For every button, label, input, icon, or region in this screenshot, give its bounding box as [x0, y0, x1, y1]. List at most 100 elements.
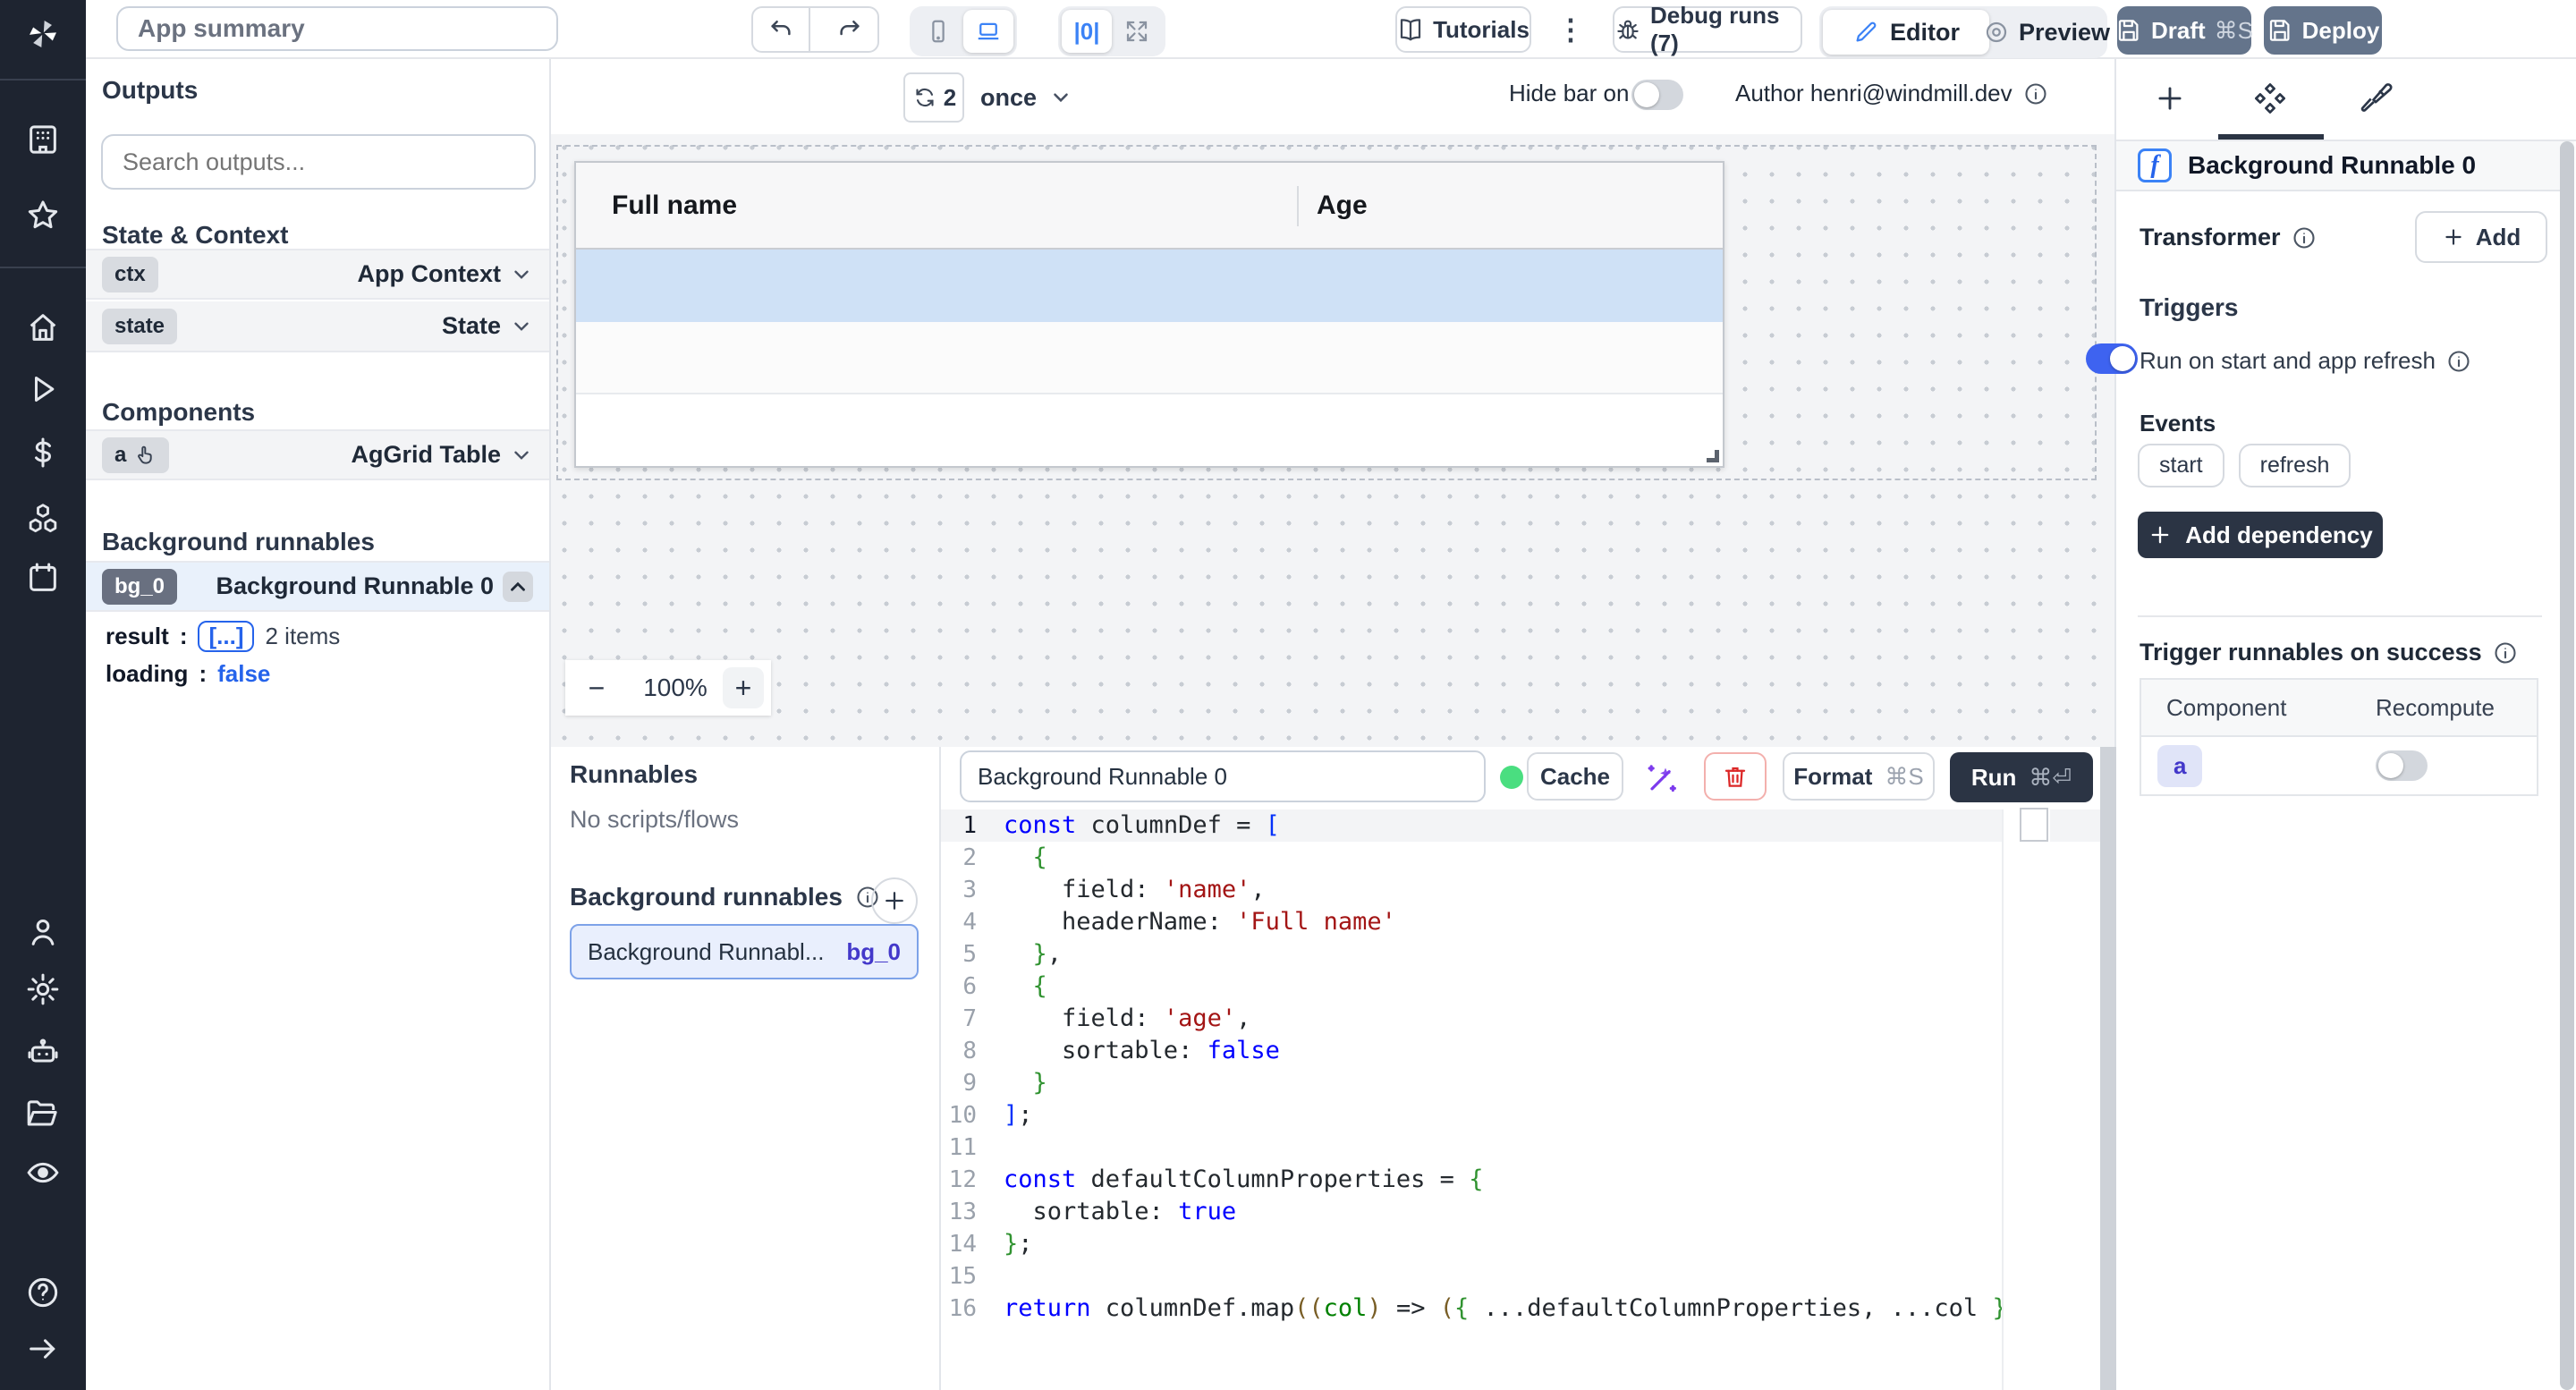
code-line[interactable]: 9 } [941, 1067, 2100, 1099]
interval-dropdown[interactable]: once [980, 72, 1072, 123]
add-transformer-button[interactable]: Add [2415, 211, 2547, 263]
favorites-star-icon[interactable] [25, 198, 61, 233]
code-area[interactable]: 1const columnDef = [2 {3 field: 'name',4… [941, 809, 2100, 1390]
output-row-ctx[interactable]: ctx App Context [86, 249, 549, 300]
output-row-component-a[interactable]: a AgGrid Table [86, 429, 549, 480]
aggrid-table-component[interactable]: Full name Age [574, 161, 1724, 468]
code-line[interactable]: 16return columnDef.map((col) => ({ ...de… [941, 1293, 2100, 1325]
cache-button[interactable]: Cache [1527, 752, 1623, 801]
info-icon[interactable] [2292, 225, 2317, 250]
runs-play-icon[interactable] [25, 371, 61, 407]
code-line[interactable]: 6 { [941, 970, 2100, 1003]
code-line[interactable]: 10]; [941, 1099, 2100, 1131]
schedules-calendar-icon[interactable] [25, 560, 61, 596]
output-row-state[interactable]: state State [86, 301, 549, 352]
chevron-down-icon[interactable] [510, 315, 533, 338]
windmill-logo-icon[interactable] [25, 16, 61, 52]
center-area: 2 once Hide bar on view Author henri@win… [551, 59, 2116, 1390]
insert-component-tab[interactable] [2143, 72, 2197, 125]
column-header-full-name[interactable]: Full name [612, 191, 737, 221]
info-icon[interactable] [2023, 81, 2048, 106]
eye-icon[interactable] [25, 1155, 61, 1191]
code-line[interactable]: 13 sortable: true [941, 1196, 2100, 1228]
result-expand-chip[interactable]: [...] [198, 621, 254, 652]
code-line[interactable]: 11 [941, 1131, 2100, 1164]
runnable-name-input[interactable] [960, 750, 1486, 802]
user-icon[interactable] [25, 914, 61, 950]
refresh-count-box[interactable]: 2 [903, 72, 964, 123]
run-button[interactable]: Run ⌘⏎ [1950, 752, 2093, 802]
app-summary-input[interactable] [116, 6, 558, 51]
desktop-view-button[interactable] [963, 10, 1013, 53]
run-on-start-label: Run on start and app refresh [2140, 347, 2471, 375]
styling-tab[interactable] [2350, 72, 2403, 125]
preview-tab[interactable]: Preview [1989, 10, 2104, 55]
output-row-bg0[interactable]: bg_0 Background Runnable 0 [86, 561, 549, 612]
workspace-icon[interactable] [25, 122, 61, 157]
vertical-splitter[interactable] [2100, 747, 2116, 1390]
recompute-toggle[interactable] [2376, 750, 2428, 781]
expand-rail-arrow-icon[interactable] [25, 1331, 61, 1367]
home-icon[interactable] [25, 309, 61, 345]
run-on-start-toggle[interactable] [2086, 343, 2138, 374]
component-a-chip[interactable]: a [2157, 745, 2202, 787]
chevron-up-icon[interactable] [503, 572, 533, 602]
line-number: 3 [941, 874, 991, 906]
state-label: State [442, 312, 501, 340]
mobile-view-button[interactable] [913, 10, 963, 53]
code-line[interactable]: 14}; [941, 1228, 2100, 1260]
line-number: 8 [941, 1035, 991, 1067]
info-icon[interactable] [2493, 640, 2518, 665]
search-outputs-input[interactable] [101, 134, 536, 190]
draft-button[interactable]: Draft ⌘S [2117, 6, 2251, 55]
code-line[interactable]: 3 field: 'name', [941, 874, 2100, 906]
resources-boxes-icon[interactable] [25, 501, 61, 537]
code-line[interactable]: 12const defaultColumnProperties = { [941, 1164, 2100, 1196]
table-row-selected[interactable] [576, 250, 1723, 322]
component-settings-tab[interactable] [2243, 72, 2297, 125]
undo-button[interactable] [753, 8, 810, 51]
runnable-list-item-bg0[interactable]: Background Runnabl... bg_0 [570, 924, 919, 979]
editor-tab[interactable]: Editor [1823, 10, 1989, 55]
hide-bar-toggle[interactable] [1631, 80, 1683, 110]
table-row[interactable] [576, 322, 1723, 394]
code-line[interactable]: 15 [941, 1260, 2100, 1293]
ai-robot-icon[interactable] [25, 1034, 61, 1070]
zoom-in-button[interactable]: + [723, 667, 764, 708]
code-line[interactable]: 7 field: 'age', [941, 1003, 2100, 1035]
debug-runs-button[interactable]: Debug runs (7) [1613, 6, 1802, 53]
panel-scrollbar[interactable] [2560, 141, 2574, 1390]
result-colon: : [180, 623, 188, 650]
delete-runnable-button[interactable] [1704, 752, 1767, 801]
add-background-runnable-button[interactable] [871, 877, 918, 924]
help-icon[interactable] [25, 1275, 61, 1310]
code-line[interactable]: 4 headerName: 'Full name' [941, 906, 2100, 938]
code-line[interactable]: 5 }, [941, 938, 2100, 970]
info-icon[interactable] [2446, 349, 2471, 374]
line-number: 6 [941, 970, 991, 1003]
refresh-icon [913, 86, 936, 109]
fullwidth-layout-button[interactable] [1112, 10, 1162, 53]
more-menu-button[interactable]: ⋮ [1560, 6, 1581, 53]
editor-minimap[interactable] [2002, 809, 2050, 1390]
code-line[interactable]: 1const columnDef = [ [941, 809, 2100, 842]
app-canvas[interactable]: Full name Age − 100% + [551, 134, 2114, 747]
chevron-down-icon[interactable] [510, 263, 533, 286]
deploy-button[interactable]: Deploy [2264, 6, 2382, 55]
column-header-age[interactable]: Age [1317, 191, 1368, 221]
tutorials-button[interactable]: Tutorials [1395, 6, 1531, 53]
code-line[interactable]: 8 sortable: false [941, 1035, 2100, 1067]
add-dependency-button[interactable]: Add dependency [2138, 512, 2383, 558]
centered-layout-button[interactable]: |0| [1062, 10, 1112, 53]
ai-wand-button[interactable] [1643, 761, 1679, 797]
code-line[interactable]: 2 { [941, 842, 2100, 874]
zoom-out-button[interactable]: − [565, 672, 628, 705]
format-button[interactable]: Format ⌘S [1783, 752, 1935, 801]
resize-handle[interactable] [1707, 450, 1719, 462]
settings-gear-icon[interactable] [25, 971, 61, 1007]
redo-button[interactable] [821, 8, 877, 51]
variables-dollar-icon[interactable] [25, 435, 61, 470]
minimap-slider[interactable] [2020, 808, 2048, 842]
folder-open-icon[interactable] [25, 1097, 61, 1132]
chevron-down-icon[interactable] [510, 444, 533, 467]
